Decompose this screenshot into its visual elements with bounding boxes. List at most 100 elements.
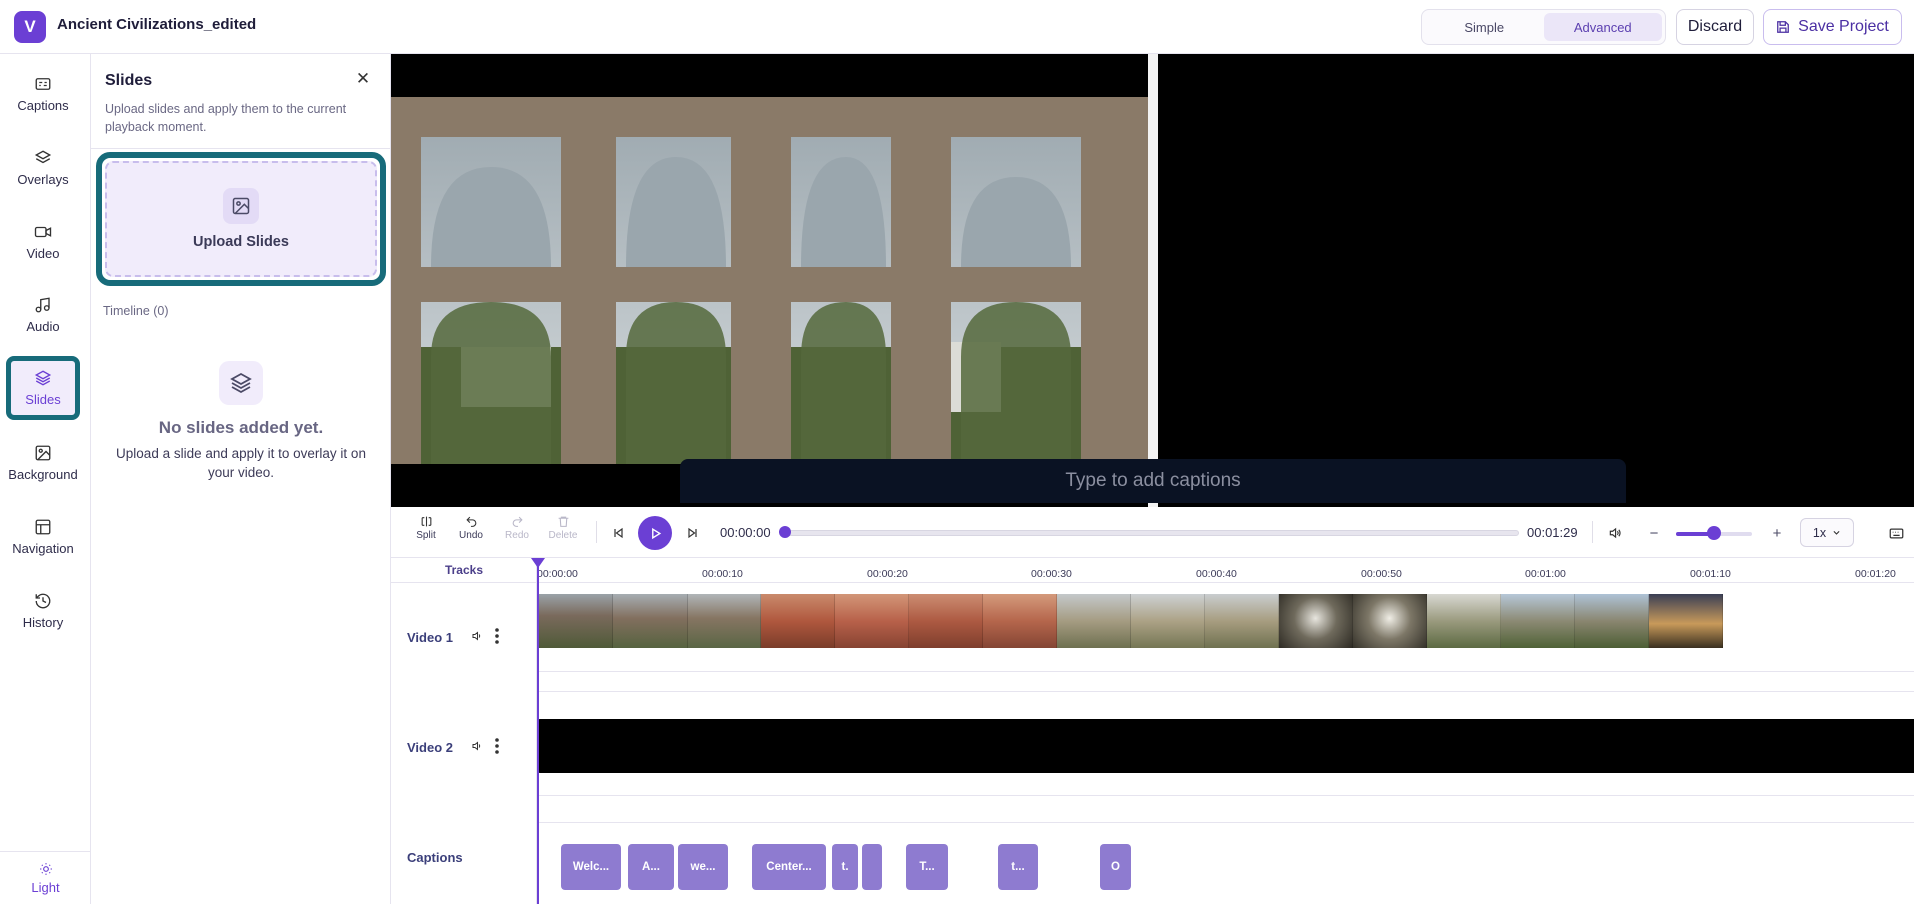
caption-clip[interactable]: we... — [678, 844, 728, 890]
app-header: V Ancient Civilizations_edited Simple Ad… — [0, 0, 1914, 54]
video-camera-icon — [34, 226, 52, 238]
mode-advanced-button[interactable]: Advanced — [1543, 13, 1662, 41]
ruler-tick-label: 00:00:20 — [867, 568, 908, 580]
skip-back-icon[interactable] — [609, 524, 627, 542]
split-button[interactable]: Split — [406, 515, 446, 541]
image-upload-icon — [223, 188, 259, 224]
rail-item-navigation[interactable]: Navigation — [6, 505, 80, 569]
rail-item-slides[interactable]: Slides — [6, 356, 80, 420]
more-vertical-icon[interactable] — [495, 628, 499, 644]
volume-icon[interactable] — [471, 630, 483, 642]
rail-label: History — [22, 615, 64, 630]
clip-thumbnail — [909, 594, 983, 648]
redo-button[interactable]: Redo — [497, 515, 537, 541]
clip-thumbnail — [835, 594, 909, 648]
app-logo[interactable]: V — [14, 11, 46, 43]
caption-input[interactable]: Type to add captions — [680, 459, 1626, 503]
speed-select[interactable]: 1x — [1800, 518, 1854, 547]
clip-thumbnail — [1205, 594, 1279, 648]
scrubber-handle[interactable] — [779, 526, 791, 538]
slides-panel: Slides ✕ Upload slides and apply them to… — [91, 54, 391, 904]
volume-icon[interactable] — [1606, 524, 1624, 542]
theme-toggle[interactable]: Light — [0, 851, 91, 904]
track-label-captions: Captions — [407, 850, 463, 865]
caption-clip[interactable]: Welc... — [561, 844, 621, 890]
playhead-handle[interactable] — [531, 558, 545, 568]
zoom-handle[interactable] — [1707, 526, 1721, 540]
clip-thumbnail — [1427, 594, 1501, 648]
history-icon — [35, 593, 51, 609]
skip-forward-icon[interactable] — [684, 524, 702, 542]
playhead[interactable] — [531, 558, 545, 904]
time-ruler[interactable]: 00:00:00 00:00:10 00:00:20 00:00:30 00:0… — [537, 558, 1914, 583]
ruler-tick-label: 00:00:40 — [1196, 568, 1237, 580]
scrubber[interactable] — [779, 526, 1519, 538]
zoom-in-icon[interactable]: + — [1768, 524, 1786, 542]
theme-label: Light — [31, 879, 60, 895]
rail-item-background[interactable]: Background — [6, 431, 80, 495]
video-2-clip[interactable] — [538, 719, 1914, 773]
upload-slides-button[interactable]: Upload Slides — [96, 152, 386, 286]
keyboard-icon[interactable] — [1887, 524, 1905, 542]
clip-thumbnail — [983, 594, 1057, 648]
redo-icon — [512, 516, 523, 527]
chevron-down-icon — [1833, 530, 1840, 535]
rail-label: Overlays — [17, 172, 69, 187]
clip-thumbnail — [761, 594, 835, 648]
rail-item-overlays[interactable]: Overlays — [6, 136, 80, 200]
more-vertical-icon[interactable] — [495, 738, 499, 754]
close-icon[interactable]: ✕ — [354, 69, 372, 88]
empty-layers-icon — [219, 361, 263, 405]
rail-item-history[interactable]: History — [6, 579, 80, 643]
caption-clip[interactable]: Center... — [752, 844, 826, 890]
empty-state-title: No slides added yet. — [158, 418, 324, 437]
speed-value: 1x — [1812, 525, 1827, 540]
image-icon — [35, 445, 51, 461]
ruler-tick-label: 00:00:00 — [537, 568, 578, 580]
volume-icon[interactable] — [471, 740, 483, 752]
video-preview[interactable]: Type to add captions — [391, 54, 1914, 507]
save-project-button[interactable]: Save Project — [1763, 9, 1902, 45]
caption-clip[interactable]: t. — [832, 844, 858, 890]
lane-divider — [537, 795, 1914, 796]
upload-slides-label: Upload Slides — [193, 234, 289, 250]
ruler-tick-label: 00:01:20 — [1855, 568, 1896, 580]
caption-clip[interactable]: A... — [628, 844, 674, 890]
save-icon — [1777, 21, 1790, 33]
sun-icon — [39, 862, 52, 875]
delete-button[interactable]: Delete — [543, 515, 583, 541]
divider — [1592, 521, 1593, 543]
undo-button[interactable]: Undo — [451, 515, 491, 541]
trash-icon — [558, 516, 568, 527]
upload-dropzone[interactable]: Upload Slides — [105, 161, 377, 277]
caption-clip[interactable]: t... — [998, 844, 1038, 890]
lane-divider — [537, 822, 1914, 823]
rail-item-audio[interactable]: Audio — [6, 283, 80, 347]
redo-label: Redo — [505, 530, 529, 541]
rail-item-captions[interactable]: Captions — [6, 62, 80, 126]
video-1-clip[interactable] — [538, 594, 1914, 648]
delete-label: Delete — [548, 530, 578, 541]
caption-clip[interactable]: O — [1100, 844, 1131, 890]
project-title: Ancient Civilizations_edited — [57, 16, 257, 33]
caption-clip[interactable]: T... — [906, 844, 948, 890]
zoom-out-icon[interactable]: − — [1645, 524, 1663, 542]
track-tools-video-1 — [471, 628, 499, 644]
captions-icon — [35, 78, 51, 90]
mode-simple-button[interactable]: Simple — [1425, 13, 1544, 41]
discard-button[interactable]: Discard — [1676, 9, 1754, 45]
clip-thumbnail — [1131, 594, 1205, 648]
ruler-tick-label: 00:00:10 — [702, 568, 743, 580]
zoom-slider[interactable] — [1676, 526, 1752, 540]
undo-icon — [465, 516, 476, 527]
slides-stack-icon — [34, 370, 52, 386]
rail-label: Video — [26, 246, 60, 261]
caption-clip[interactable] — [862, 844, 882, 890]
lane-divider — [537, 691, 1914, 692]
clip-thumbnail — [1501, 594, 1575, 648]
rail-item-video[interactable]: Video — [6, 210, 80, 274]
empty-state-description: Upload a slide and apply it to overlay i… — [116, 446, 366, 480]
play-button[interactable] — [638, 516, 672, 550]
ruler-tick-label: 00:01:10 — [1690, 568, 1731, 580]
track-label-video-1: Video 1 — [407, 630, 454, 645]
